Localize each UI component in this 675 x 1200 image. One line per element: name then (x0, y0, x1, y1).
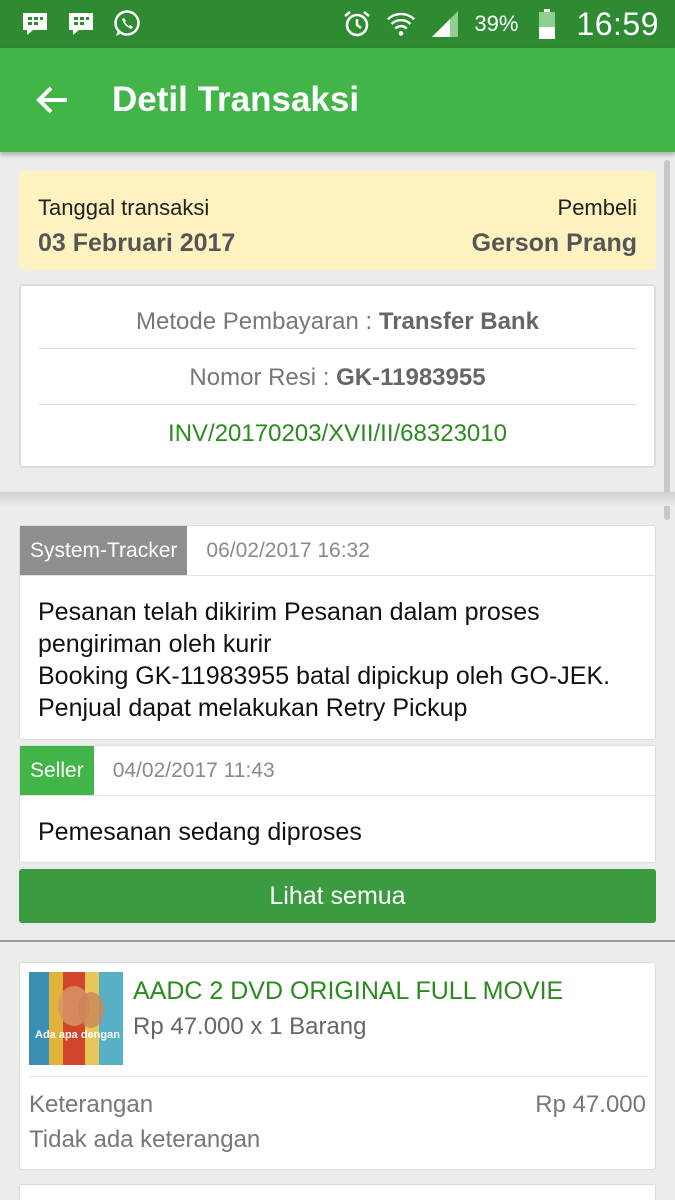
actor-badge: Seller (20, 746, 94, 795)
clock: 16:59 (576, 5, 659, 42)
scrollbar[interactable] (664, 160, 670, 520)
tracker-time: 04/02/2017 11:43 (112, 758, 275, 782)
payment-card: Metode Pembayaran : Transfer Bank Nomor … (19, 284, 656, 468)
receipt-number: Nomor Resi : GK-11983955 (39, 364, 636, 392)
app-bar: Detil Transaksi (0, 48, 675, 152)
tracker-body: Pemesanan sedang diproses (20, 796, 655, 848)
tracker-message: Pesanan telah dikirim Pesanan dalam pros… (38, 598, 540, 658)
section-separator (0, 492, 675, 506)
next-card (19, 1184, 656, 1200)
receipt-value: GK-11983955 (336, 364, 486, 391)
signal-icon (430, 9, 460, 39)
alarm-icon (342, 9, 372, 39)
arrow-left-icon (36, 86, 67, 114)
date-label: Tanggal transaksi (38, 195, 210, 220)
battery-icon (532, 9, 562, 39)
divider (29, 1076, 648, 1077)
tracker-message: Pemesanan sedang diproses (38, 818, 362, 846)
section-separator (0, 940, 675, 942)
divider (39, 348, 636, 349)
receipt-label: Nomor Resi : (189, 364, 337, 391)
tracker-card: System-Tracker 06/02/2017 16:32 Pesanan … (19, 525, 656, 740)
payment-method-label: Metode Pembayaran : (136, 308, 379, 335)
tracker-card: Seller 04/02/2017 11:43 Pemesanan sedang… (19, 745, 656, 863)
tracker-header: Seller 04/02/2017 11:43 (20, 746, 655, 796)
bbm-icon (20, 9, 50, 39)
back-button[interactable] (22, 70, 82, 130)
actor-badge: System-Tracker (20, 526, 188, 575)
see-all-button[interactable]: Lihat semua (19, 869, 656, 923)
tracker-header: System-Tracker 06/02/2017 16:32 (20, 526, 655, 576)
product-name[interactable]: AADC 2 DVD ORIGINAL FULL MOVIE (133, 977, 563, 1006)
tracker-body: Pesanan telah dikirim Pesanan dalam pros… (20, 576, 655, 724)
divider (39, 404, 636, 405)
bbm-icon (66, 9, 96, 39)
product-card[interactable]: Ada apa dengan Cinta?2 AADC 2 DVD ORIGIN… (19, 962, 656, 1170)
date-value: 03 Februari 2017 (38, 229, 236, 257)
invoice-link[interactable]: INV/20170203/XVII/II/68323010 (39, 420, 636, 448)
payment-method: Metode Pembayaran : Transfer Bank (39, 308, 636, 336)
tracker-time: 06/02/2017 16:32 (206, 538, 370, 562)
battery-percent: 39% (474, 11, 519, 36)
product-price: Rp 47.000 x 1 Barang (133, 1013, 367, 1040)
transaction-info-box: Tanggal transaksi 03 Februari 2017 Pembe… (19, 171, 656, 270)
product-image-caption: Ada apa dengan Cinta?2 (35, 1029, 123, 1041)
wifi-icon (386, 9, 416, 39)
product-total: Rp 47.000 (535, 1091, 646, 1118)
system-icons: 39% 16:59 (342, 6, 659, 43)
product-image[interactable]: Ada apa dengan Cinta?2 (29, 972, 123, 1065)
tracker-message: Booking GK-11983955 batal dipickup oleh … (38, 662, 611, 722)
transaction-date: Tanggal transaksi 03 Februari 2017 (38, 195, 235, 258)
note-label: Keterangan (29, 1091, 154, 1118)
payment-method-value: Transfer Bank (378, 308, 539, 335)
page-title: Detil Transaksi (112, 80, 360, 119)
notification-icons (20, 9, 142, 39)
whatsapp-icon (112, 9, 142, 39)
buyer: Pembeli Gerson Prang (472, 195, 637, 258)
buyer-name: Gerson Prang (471, 229, 637, 257)
buyer-label: Pembeli (557, 195, 637, 220)
note-text: Tidak ada keterangan (29, 1126, 261, 1153)
status-bar: 39% 16:59 (0, 0, 675, 48)
